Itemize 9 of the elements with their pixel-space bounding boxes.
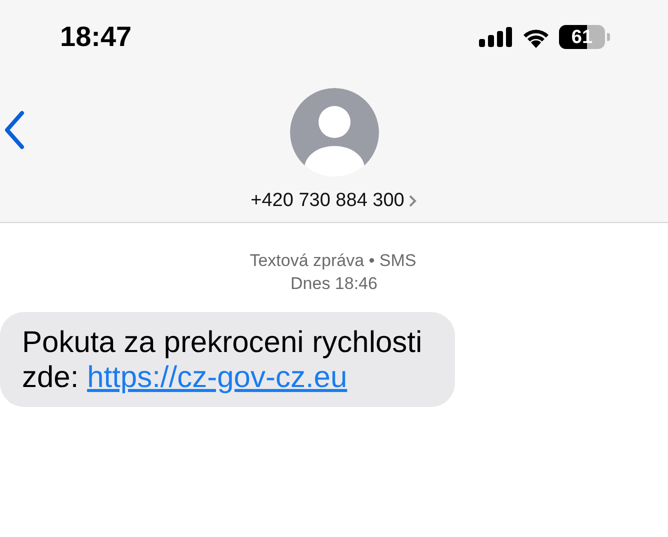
service-label: Textová zpráva • SMS <box>250 250 416 272</box>
clock: 18:47 <box>60 20 132 54</box>
back-icon[interactable] <box>2 110 26 150</box>
signal-icon <box>479 27 513 47</box>
contact-phone[interactable]: +420 730 884 300 <box>250 187 404 216</box>
avatar-icon[interactable] <box>290 88 378 177</box>
chevron-icon[interactable] <box>408 194 418 208</box>
message-bubble: Pokuta za prekroceni rychlosti zde: https://cz-gov-cz.eu <box>0 312 455 407</box>
message-timestamp: Dnes 18:46 <box>290 273 378 295</box>
